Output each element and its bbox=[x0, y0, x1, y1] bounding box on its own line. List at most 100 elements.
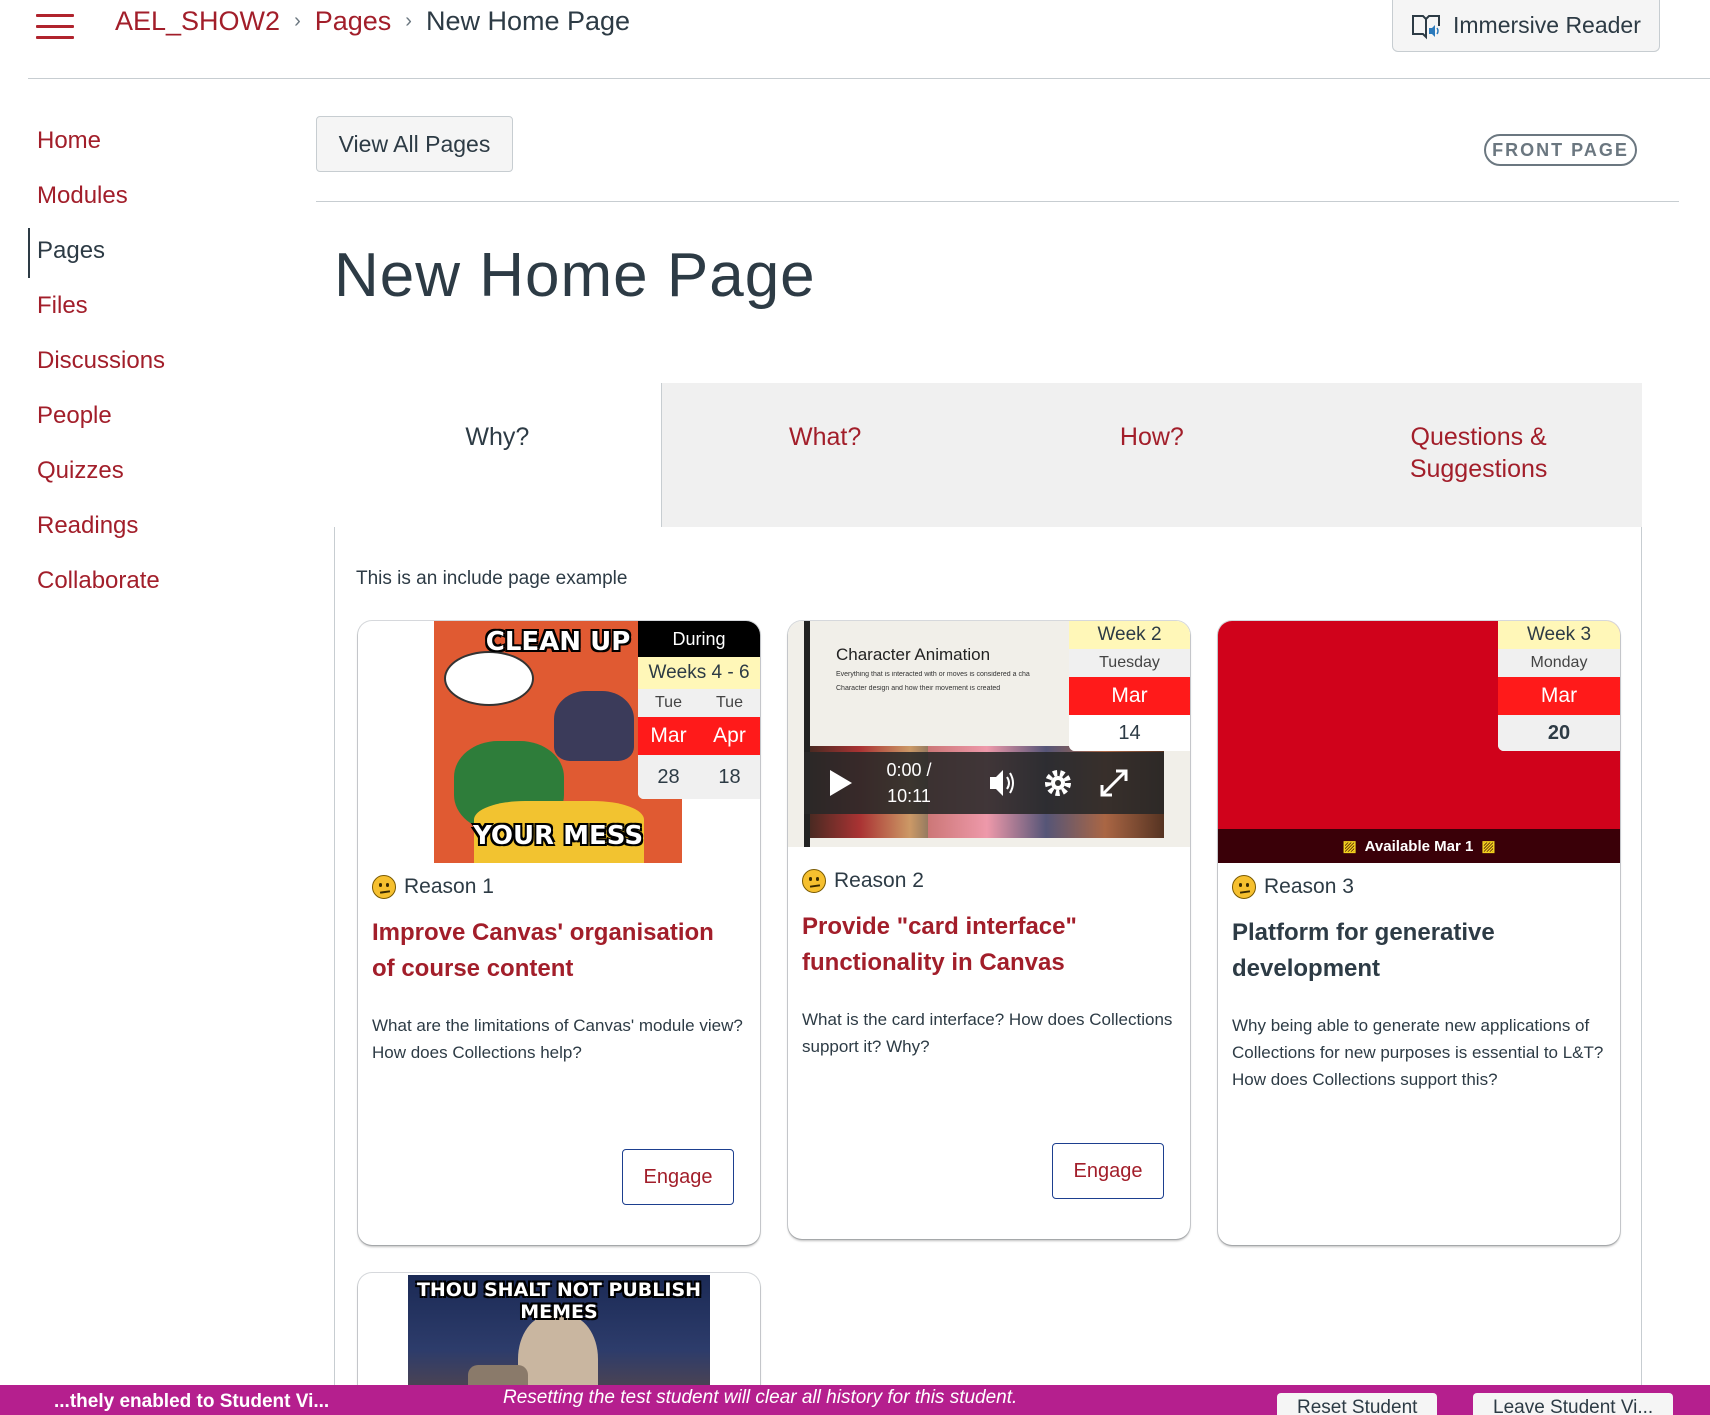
video-controls: 0:00 / 10:11 bbox=[804, 752, 1164, 814]
date-week: Week 2 bbox=[1069, 621, 1190, 649]
date-numbers: 28 18 bbox=[638, 755, 760, 799]
immersive-reader-icon bbox=[1412, 14, 1440, 39]
page-title: New Home Page bbox=[334, 241, 816, 310]
date-widget: Week 2 Tuesday Mar 14 bbox=[1069, 621, 1190, 751]
sidebar-item-home[interactable]: Home bbox=[0, 118, 290, 173]
sidebar-item-people[interactable]: People bbox=[0, 393, 290, 448]
date-widget: Week 3 Monday Mar 20 bbox=[1498, 621, 1620, 751]
video-current-time: 0:00 / bbox=[886, 760, 932, 780]
date-day-end: Tue bbox=[716, 694, 743, 711]
tab-questions-suggestions[interactable]: Questions & Suggestions bbox=[1315, 383, 1642, 527]
chevron-right-icon: › bbox=[294, 10, 301, 32]
chevron-right-icon: › bbox=[405, 10, 412, 32]
video-duration: 10:11 bbox=[887, 786, 931, 806]
fullscreen-icon[interactable] bbox=[1086, 752, 1142, 814]
global-header: AEL_SHOW2 › Pages › New Home Page Immers… bbox=[0, 0, 1710, 80]
card-title: Platform for generative development bbox=[1232, 919, 1495, 982]
date-number: 14 bbox=[1069, 715, 1190, 751]
card-reason: Reason 3 bbox=[1232, 875, 1354, 899]
sidebar-item-modules[interactable]: Modules bbox=[0, 173, 290, 228]
date-month-end: Apr bbox=[713, 724, 746, 747]
confused-face-icon bbox=[372, 875, 396, 899]
view-all-pages-button[interactable]: View All Pages bbox=[316, 116, 513, 172]
date-number: 20 bbox=[1498, 715, 1620, 751]
tab-why[interactable]: Why? bbox=[334, 383, 662, 527]
engage-button[interactable]: Engage bbox=[1052, 1143, 1164, 1199]
volume-icon[interactable] bbox=[974, 752, 1030, 814]
card-reason-3: ▨ Available Mar 1 ▨ Week 3 Monday Mar 20… bbox=[1218, 621, 1620, 1245]
slide-title: Character Animation bbox=[836, 645, 991, 664]
sidebar-item-discussions[interactable]: Discussions bbox=[0, 338, 290, 393]
availability-strip: ▨ Available Mar 1 ▨ bbox=[1218, 829, 1620, 863]
date-number-end: 18 bbox=[718, 766, 741, 788]
date-weeks: Weeks 4 - 6 bbox=[638, 657, 760, 689]
header-divider bbox=[28, 78, 1710, 79]
course-navigation: Home Modules Pages Files Discussions Peo… bbox=[0, 118, 290, 613]
reason-label: Reason 3 bbox=[1264, 875, 1354, 898]
slide-bullet-1: Everything that is interacted with or mo… bbox=[836, 671, 1030, 678]
date-month: Mar bbox=[1498, 677, 1620, 715]
card-reason-2: Character Animation Everything that is i… bbox=[788, 621, 1190, 1239]
leave-student-view-button[interactable]: Leave Student Vi... bbox=[1473, 1393, 1674, 1415]
sidebar-item-quizzes[interactable]: Quizzes bbox=[0, 448, 290, 503]
front-page-badge: FRONT PAGE bbox=[1484, 134, 1637, 166]
video-player[interactable]: Character Animation Everything that is i… bbox=[788, 621, 1190, 847]
card-reason: Reason 1 bbox=[372, 875, 494, 899]
date-days: Tue Tue bbox=[638, 689, 760, 717]
reason-label: Reason 1 bbox=[404, 875, 494, 898]
card-reason-1: CLEAN UP YOUR MESS During Weeks 4 - 6 Tu… bbox=[358, 621, 760, 1245]
card-description: What are the limitations of Canvas' modu… bbox=[372, 1016, 743, 1062]
video-time: 0:00 / 10:11 bbox=[874, 757, 944, 809]
date-month: Mar bbox=[1069, 677, 1190, 715]
date-day-start: Tue bbox=[655, 694, 682, 711]
card-description: What is the card interface? How does Col… bbox=[802, 1010, 1173, 1056]
engage-button[interactable]: Engage bbox=[622, 1149, 734, 1205]
meme-top-text: THOU SHALT NOT PUBLISH MEMES bbox=[416, 1279, 702, 1323]
sidebar-item-files[interactable]: Files bbox=[0, 283, 290, 338]
slide-bullet-2: Character design and how their movement … bbox=[836, 685, 1001, 692]
date-week: Week 3 bbox=[1498, 621, 1620, 649]
sidebar-item-collaborate[interactable]: Collaborate bbox=[0, 558, 290, 613]
confused-face-icon bbox=[1232, 875, 1256, 899]
intro-text: This is an include page example bbox=[356, 568, 628, 589]
meme-bottom-text: YOUR MESS bbox=[472, 821, 644, 851]
tab-list: Why? What? How? Questions & Suggestions bbox=[334, 383, 1642, 527]
tab-questions-label: Questions & Suggestions bbox=[1409, 423, 1548, 483]
reason-label: Reason 2 bbox=[834, 869, 924, 892]
immersive-reader-button[interactable]: Immersive Reader bbox=[1392, 0, 1660, 52]
breadcrumb-current: New Home Page bbox=[425, 6, 631, 36]
breadcrumb-pages[interactable]: Pages bbox=[315, 6, 392, 37]
immersive-reader-label: Immersive Reader bbox=[1453, 12, 1641, 38]
card-title[interactable]: Improve Canvas' organisation of course c… bbox=[372, 915, 742, 987]
tab-what[interactable]: What? bbox=[662, 383, 989, 527]
confused-face-icon bbox=[802, 869, 826, 893]
sidebar-item-pages[interactable]: Pages bbox=[0, 228, 290, 283]
tab-how[interactable]: How? bbox=[989, 383, 1316, 527]
sidebar-item-readings[interactable]: Readings bbox=[0, 503, 290, 558]
student-view-banner: ...thely enabled to Student Vi... Resett… bbox=[0, 1385, 1710, 1415]
construction-icon: ▨ bbox=[1481, 838, 1496, 855]
reset-student-button[interactable]: Reset Student bbox=[1277, 1393, 1438, 1415]
banner-message: Resetting the test student will clear al… bbox=[503, 1387, 1018, 1408]
available-label: Available Mar 1 bbox=[1364, 837, 1474, 855]
play-icon[interactable] bbox=[804, 752, 874, 814]
card-image: ▨ Available Mar 1 ▨ Week 3 Monday Mar 20 bbox=[1218, 621, 1620, 863]
card-title[interactable]: Provide "card interface" functionality i… bbox=[802, 909, 1172, 981]
card-reason: Reason 2 bbox=[802, 869, 924, 893]
date-months: Mar Apr bbox=[638, 717, 760, 755]
content-divider bbox=[316, 201, 1679, 202]
card-image: CLEAN UP YOUR MESS During Weeks 4 - 6 Tu… bbox=[358, 621, 760, 863]
construction-icon: ▨ bbox=[1342, 838, 1357, 855]
settings-gear-icon[interactable] bbox=[1030, 752, 1086, 814]
date-number-start: 28 bbox=[657, 766, 680, 788]
hamburger-menu-icon[interactable] bbox=[36, 14, 74, 40]
date-widget: During Weeks 4 - 6 Tue Tue Mar Apr 28 18 bbox=[638, 621, 760, 799]
date-month-start: Mar bbox=[650, 724, 687, 747]
banner-left-text: ...thely enabled to Student Vi... bbox=[54, 1391, 330, 1412]
date-day: Tuesday bbox=[1069, 649, 1190, 677]
card-description: Why being able to generate new applicati… bbox=[1232, 1016, 1604, 1089]
date-header: During bbox=[638, 621, 760, 657]
breadcrumb-course[interactable]: AEL_SHOW2 bbox=[115, 6, 280, 37]
date-day: Monday bbox=[1498, 649, 1620, 677]
breadcrumb: AEL_SHOW2 › Pages › New Home Page bbox=[115, 6, 630, 37]
